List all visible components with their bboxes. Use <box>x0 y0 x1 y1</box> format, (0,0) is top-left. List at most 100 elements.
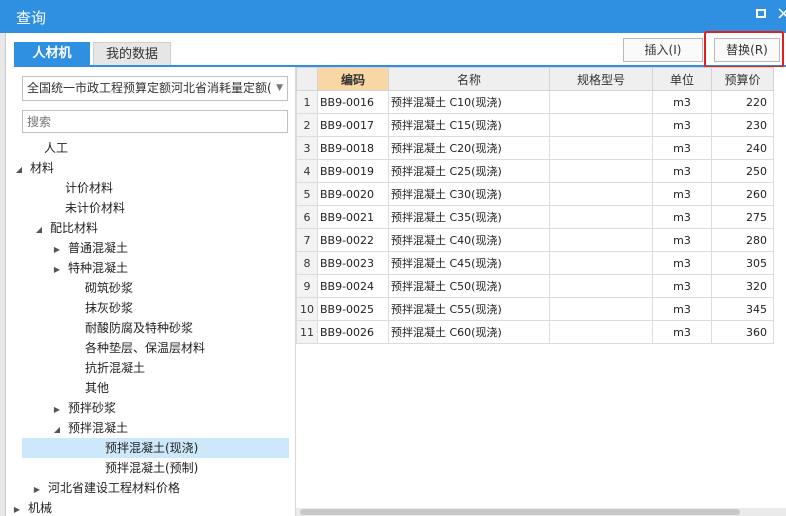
table-cell[interactable] <box>549 297 653 321</box>
table-cell[interactable]: m3 <box>652 90 712 114</box>
tab-my-data[interactable]: 我的数据 <box>93 42 171 66</box>
row-number[interactable]: 5 <box>296 182 318 206</box>
table-cell[interactable]: m3 <box>652 159 712 183</box>
table-cell[interactable]: m3 <box>652 113 712 137</box>
table-cell[interactable]: 预拌混凝土 C30(现浇) <box>388 182 550 206</box>
table-row[interactable]: 1 BB9-0016 预拌混凝土 C10(现浇) m3 220 <box>296 90 774 114</box>
table-cell[interactable]: 预拌混凝土 C25(现浇) <box>388 159 550 183</box>
table-row[interactable]: 6 BB9-0021 预拌混凝土 C35(现浇) m3 275 <box>296 205 774 229</box>
tree-item[interactable]: ▶ 机械 <box>12 498 52 516</box>
table-cell[interactable] <box>549 159 653 183</box>
table-cell[interactable]: 预拌混凝土 C35(现浇) <box>388 205 550 229</box>
tree-item[interactable]: 抹灰砂浆 <box>85 298 133 318</box>
table-row[interactable]: 3 BB9-0018 预拌混凝土 C20(现浇) m3 240 <box>296 136 774 160</box>
expand-arrow-icon[interactable]: ▶ <box>52 260 62 280</box>
table-cell[interactable] <box>549 228 653 252</box>
table-row[interactable]: 8 BB9-0023 预拌混凝土 C45(现浇) m3 305 <box>296 251 774 275</box>
tree-item[interactable]: ▶ 预拌砂浆 <box>52 398 116 418</box>
table-cell[interactable]: 345 <box>711 297 774 321</box>
table-cell[interactable]: 230 <box>711 113 774 137</box>
row-number[interactable]: 6 <box>296 205 318 229</box>
table-cell[interactable] <box>549 251 653 275</box>
insert-button[interactable]: 插入(I) <box>623 38 703 62</box>
table-cell[interactable]: 预拌混凝土 C40(现浇) <box>388 228 550 252</box>
table-cell[interactable] <box>549 182 653 206</box>
tree-item[interactable]: 未计价材料 <box>65 198 125 218</box>
tab-rencaiji[interactable]: 人材机 <box>14 42 90 66</box>
row-number[interactable]: 11 <box>296 320 318 344</box>
tree-item[interactable]: ◢ 预拌混凝土 <box>52 418 128 438</box>
table-row[interactable]: 10 BB9-0025 预拌混凝土 C55(现浇) m3 345 <box>296 297 774 321</box>
tree-item[interactable]: 人工 <box>44 138 68 158</box>
table-row[interactable]: 2 BB9-0017 预拌混凝土 C15(现浇) m3 230 <box>296 113 774 137</box>
table-cell[interactable]: BB9-0026 <box>317 320 389 344</box>
row-number[interactable]: 2 <box>296 113 318 137</box>
scrollbar-thumb[interactable] <box>300 509 740 515</box>
row-number[interactable]: 7 <box>296 228 318 252</box>
table-cell[interactable]: m3 <box>652 251 712 275</box>
expand-arrow-icon[interactable]: ▶ <box>32 480 42 500</box>
table-cell[interactable]: 260 <box>711 182 774 206</box>
row-number[interactable]: 1 <box>296 90 318 114</box>
table-row[interactable]: 4 BB9-0019 预拌混凝土 C25(现浇) m3 250 <box>296 159 774 183</box>
tree-item[interactable]: 各种垫层、保温层材料 <box>85 338 205 358</box>
row-number[interactable]: 9 <box>296 274 318 298</box>
table-cell[interactable]: m3 <box>652 297 712 321</box>
column-header[interactable]: 预算价 <box>711 67 774 91</box>
table-cell[interactable]: m3 <box>652 228 712 252</box>
table-cell[interactable]: 预拌混凝土 C50(现浇) <box>388 274 550 298</box>
table-cell[interactable]: 240 <box>711 136 774 160</box>
table-cell[interactable]: 预拌混凝土 C10(现浇) <box>388 90 550 114</box>
table-cell[interactable]: BB9-0025 <box>317 297 389 321</box>
table-cell[interactable] <box>549 320 653 344</box>
library-select[interactable]: 全国统一市政工程预算定额河北省消耗量定额( ▼ <box>22 76 288 101</box>
tree-item[interactable]: ▶ 河北省建设工程材料价格 <box>32 478 180 498</box>
collapse-arrow-icon[interactable]: ◢ <box>14 160 24 180</box>
table-cell[interactable] <box>549 205 653 229</box>
table-row[interactable]: 7 BB9-0022 预拌混凝土 C40(现浇) m3 280 <box>296 228 774 252</box>
tree-item[interactable]: ◢ 配比材料 <box>34 218 98 238</box>
table-cell[interactable]: BB9-0024 <box>317 274 389 298</box>
table-cell[interactable]: m3 <box>652 136 712 160</box>
table-cell[interactable]: 预拌混凝土 C20(现浇) <box>388 136 550 160</box>
tree-item[interactable]: 抗折混凝土 <box>85 358 145 378</box>
table-cell[interactable]: BB9-0020 <box>317 182 389 206</box>
table-cell[interactable]: BB9-0017 <box>317 113 389 137</box>
expand-arrow-icon[interactable]: ▶ <box>52 400 62 420</box>
tree-item[interactable]: 预拌混凝土(现浇) <box>22 438 289 458</box>
row-number[interactable]: 3 <box>296 136 318 160</box>
column-header[interactable] <box>296 67 318 91</box>
table-cell[interactable]: 预拌混凝土 C15(现浇) <box>388 113 550 137</box>
row-number[interactable]: 8 <box>296 251 318 275</box>
search-input[interactable] <box>22 110 288 133</box>
table-row[interactable]: 11 BB9-0026 预拌混凝土 C60(现浇) m3 360 <box>296 320 774 344</box>
table-cell[interactable]: m3 <box>652 320 712 344</box>
table-row[interactable]: 9 BB9-0024 预拌混凝土 C50(现浇) m3 320 <box>296 274 774 298</box>
table-cell[interactable]: m3 <box>652 205 712 229</box>
table-cell[interactable]: m3 <box>652 182 712 206</box>
tree-item[interactable]: ◢ 材料 <box>14 158 54 178</box>
table-cell[interactable]: 275 <box>711 205 774 229</box>
table-cell[interactable] <box>549 274 653 298</box>
collapse-arrow-icon[interactable]: ◢ <box>34 220 44 240</box>
column-header[interactable]: 单位 <box>652 67 712 91</box>
row-number[interactable]: 4 <box>296 159 318 183</box>
table-cell[interactable]: BB9-0022 <box>317 228 389 252</box>
table-cell[interactable]: 250 <box>711 159 774 183</box>
column-header[interactable]: 名称 <box>388 67 550 91</box>
tree-item[interactable]: 其他 <box>85 378 109 398</box>
column-header[interactable]: 规格型号 <box>549 67 653 91</box>
table-cell[interactable]: 预拌混凝土 C60(现浇) <box>388 320 550 344</box>
tree-item[interactable]: 预拌混凝土(预制) <box>105 458 198 478</box>
table-cell[interactable]: 305 <box>711 251 774 275</box>
table-cell[interactable]: 220 <box>711 90 774 114</box>
tree-item[interactable]: ▶ 普通混凝土 <box>52 238 128 258</box>
tree-item[interactable]: 计价材料 <box>65 178 113 198</box>
maximize-icon[interactable] <box>756 9 766 18</box>
table-cell[interactable]: m3 <box>652 274 712 298</box>
expand-arrow-icon[interactable]: ▶ <box>52 240 62 260</box>
table-cell[interactable]: 360 <box>711 320 774 344</box>
table-cell[interactable]: BB9-0021 <box>317 205 389 229</box>
close-icon[interactable]: × <box>776 4 786 24</box>
table-cell[interactable]: BB9-0023 <box>317 251 389 275</box>
